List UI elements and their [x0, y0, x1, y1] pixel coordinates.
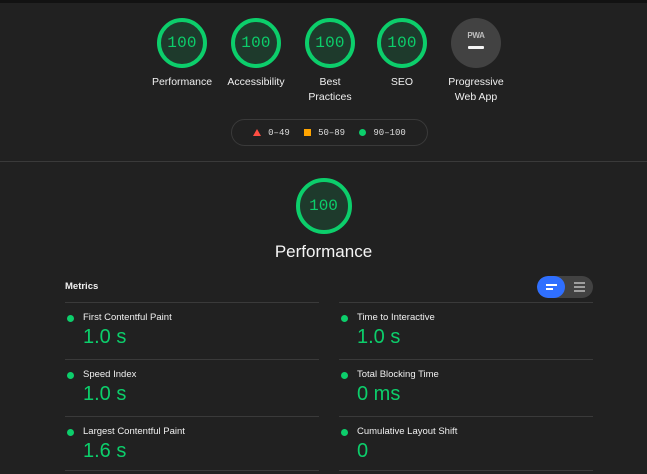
score-value: 100	[387, 34, 417, 52]
metric-value: 1.0 s	[357, 326, 401, 348]
score-value: 100	[241, 34, 271, 52]
metrics-bottom-divider	[339, 470, 593, 471]
metric-first-contentful-paint: First Contentful Paint 1.0 s	[65, 302, 319, 359]
metric-name: Largest Contentful Paint	[83, 426, 185, 437]
gauge-performance[interactable]: 100 Performance	[140, 18, 224, 90]
pwa-badge-text: PWA	[467, 31, 485, 40]
gauge-label: Progressive Web App	[448, 76, 504, 103]
lines-icon-part	[545, 288, 553, 290]
metric-time-to-interactive: Time to Interactive 1.0 s	[339, 302, 593, 359]
pass-circle-icon	[359, 129, 367, 136]
list-icon-part	[573, 286, 585, 288]
gauge-accessibility[interactable]: 100 Accessibility	[214, 18, 298, 90]
main-score-ring: 100	[295, 178, 352, 234]
metric-name: Time to Interactive	[357, 312, 435, 323]
legend-average-label: 50–89	[318, 127, 346, 138]
metrics-view-toggle[interactable]	[537, 276, 593, 298]
metric-largest-contentful-paint: Largest Contentful Paint 1.6 s	[65, 416, 319, 473]
metric-cumulative-layout-shift: Cumulative Layout Shift 0	[339, 416, 593, 473]
legend-average: 50–89	[304, 128, 345, 138]
category-gauges: 100 Performance 100 Accessibility 100 Be…	[0, 18, 647, 112]
pass-dot-icon	[341, 315, 348, 322]
legend-pass: 90–100	[359, 127, 406, 138]
pass-dot-icon	[67, 372, 74, 379]
score-ring: 100	[231, 18, 281, 68]
gauge-label: SEO	[390, 76, 414, 88]
legend-fail: 0–49	[253, 128, 290, 138]
metrics-bottom-divider	[65, 470, 319, 471]
metric-value: 1.0 s	[83, 383, 127, 405]
fail-triangle-icon	[253, 129, 262, 136]
gauge-seo[interactable]: 100 SEO	[360, 18, 444, 90]
metric-name: Total Blocking Time	[357, 369, 439, 380]
lines-icon	[545, 284, 557, 286]
pwa-badge-icon: PWA	[451, 18, 501, 68]
metric-name: Speed Index	[83, 369, 137, 380]
section-divider	[0, 161, 647, 162]
legend-fail-label: 0–49	[268, 127, 290, 138]
pass-dot-icon	[67, 429, 74, 436]
metric-value: 1.0 s	[83, 326, 127, 348]
score-value: 100	[167, 34, 197, 52]
expanded-view-button[interactable]	[565, 276, 593, 298]
metrics-header: Metrics	[65, 276, 593, 302]
summary-view-button[interactable]	[537, 276, 565, 298]
average-square-icon	[304, 129, 312, 136]
metric-name: First Contentful Paint	[83, 312, 172, 323]
pass-dot-icon	[341, 429, 348, 436]
score-value: 100	[315, 34, 345, 52]
gauge-label: Accessibility	[227, 76, 285, 88]
section-title: Performance	[274, 242, 373, 261]
score-ring: 100	[377, 18, 427, 68]
metric-value: 0 ms	[357, 383, 401, 405]
list-icon-part	[573, 290, 585, 292]
metric-speed-index: Speed Index 1.0 s	[65, 359, 319, 416]
pass-dot-icon	[67, 315, 74, 322]
metrics-heading: Metrics	[65, 281, 99, 292]
score-legend: 0–49 50–89 90–100	[231, 119, 428, 146]
top-border	[0, 0, 647, 3]
score-ring: 100	[157, 18, 207, 68]
metric-value: 1.6 s	[83, 440, 127, 462]
pass-dot-icon	[341, 372, 348, 379]
metric-total-blocking-time: Total Blocking Time 0 ms	[339, 359, 593, 416]
pwa-dash-icon	[468, 46, 484, 49]
list-icon	[573, 282, 585, 284]
metric-value: 0	[357, 440, 369, 462]
performance-section-header: 100 Performance	[0, 178, 647, 262]
gauge-label: Performance	[151, 76, 213, 88]
legend-pass-label: 90–100	[373, 127, 406, 138]
metric-name: Cumulative Layout Shift	[357, 426, 458, 437]
main-score-value: 100	[309, 197, 338, 215]
score-ring: 100	[305, 18, 355, 68]
gauge-pwa[interactable]: PWA Progressive Web App	[434, 18, 518, 105]
gauge-label: Best Practices	[308, 76, 352, 103]
